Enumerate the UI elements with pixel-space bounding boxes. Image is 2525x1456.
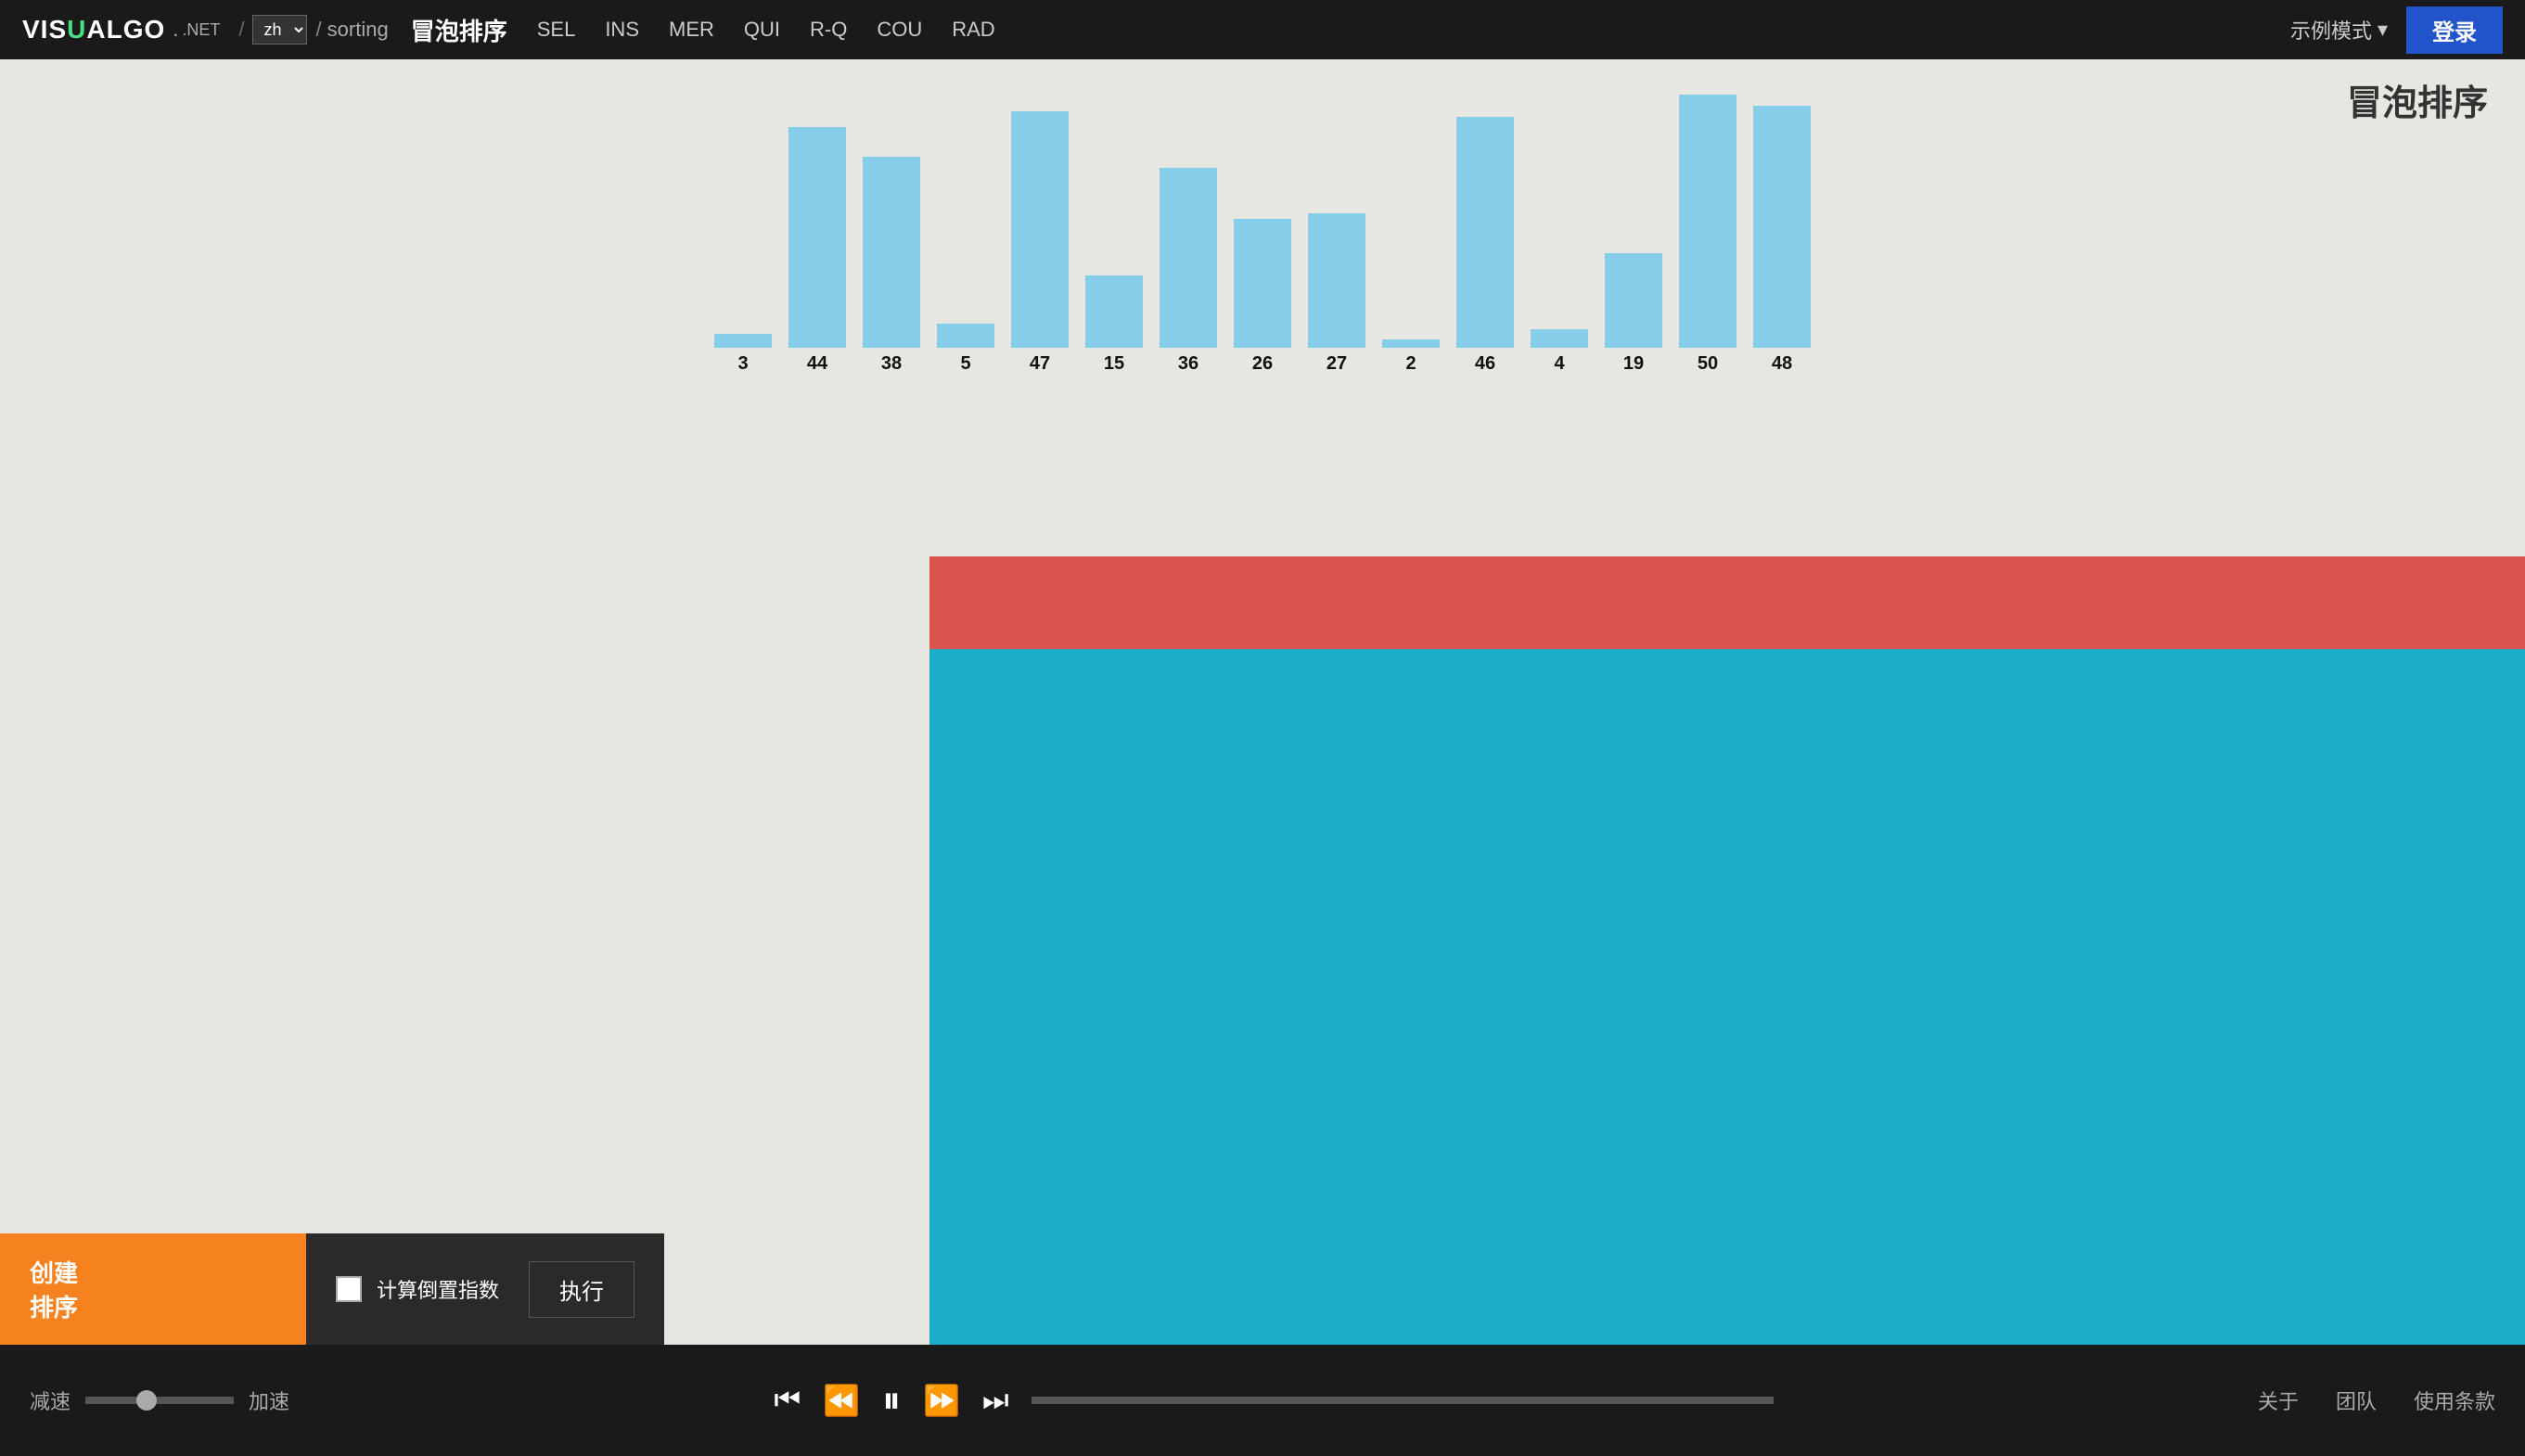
bar-group: 3 [706, 334, 780, 375]
bar-value-label: 46 [1475, 353, 1495, 375]
create-sort-button[interactable]: 创建 排序 [0, 1233, 306, 1345]
bar-value-label: 50 [1698, 353, 1718, 375]
speed-slow-label: 减速 [30, 1386, 70, 1415]
speed-fast-label: 加速 [249, 1386, 289, 1415]
bar-value-label: 47 [1030, 353, 1050, 375]
skip-to-start-button[interactable]: ⏮ [774, 1383, 801, 1418]
nav-sorting: sorting [327, 18, 389, 42]
footer-team[interactable]: 团队 [2336, 1386, 2377, 1415]
calc-inversion-checkbox[interactable] [336, 1276, 362, 1302]
speed-section: 减速 加速 [30, 1386, 289, 1415]
bar-value-label: 15 [1104, 353, 1124, 375]
step-back-button[interactable]: ⏪ [823, 1383, 860, 1418]
bar-value-label: 38 [881, 353, 902, 375]
bar-value-label: 2 [1405, 353, 1416, 375]
bar-group: 4 [1522, 329, 1596, 375]
language-selector[interactable]: zh en [252, 15, 307, 45]
bar-value-label: 44 [807, 353, 827, 375]
nav-page-title: 冒泡排序 [411, 13, 507, 47]
calc-inversion-label: 计算倒置指数 [377, 1274, 499, 1304]
bar-group: 5 [929, 324, 1003, 375]
bar-group: 2 [1374, 339, 1448, 375]
speed-slider[interactable] [85, 1397, 234, 1404]
nav-logo: VISUALGO [22, 15, 165, 45]
algo-title: 冒泡排序 [2347, 74, 2488, 125]
bar-group: 46 [1448, 117, 1522, 375]
chart-area: 3 44 38 5 47 15 36 26 27 2 46 4 19 50 48 [0, 59, 2525, 393]
bar [1605, 253, 1662, 348]
bar [1382, 339, 1440, 348]
nav-links: SEL INS MER QUI R-Q COU RAD [537, 18, 2290, 42]
progress-bar[interactable] [1032, 1397, 1774, 1404]
execute-button[interactable]: 执行 [529, 1261, 634, 1318]
navbar: VISUALGO . .NET / zh en / sorting 冒泡排序 S… [0, 0, 2525, 59]
play-pause-button[interactable]: ⏸ [882, 1380, 901, 1422]
bar [1753, 106, 1811, 348]
bar [788, 127, 846, 348]
example-mode-button[interactable]: 示例模式 ▾ [2290, 15, 2388, 45]
bar [1085, 275, 1143, 348]
bar-value-label: 4 [1554, 353, 1564, 375]
bar [1531, 329, 1588, 348]
bar-group: 38 [854, 157, 929, 375]
nav-link-mer[interactable]: MER [669, 18, 714, 42]
bar-group: 26 [1225, 219, 1300, 375]
footer-links: 关于 团队 使用条款 [2258, 1386, 2495, 1415]
nav-link-cou[interactable]: COU [877, 18, 922, 42]
skip-to-end-button[interactable]: ⏭ [982, 1383, 1009, 1418]
bar-value-label: 26 [1252, 353, 1273, 375]
bar [714, 334, 772, 348]
bottom-bar: 减速 加速 ⏮ ⏪ ⏸ ⏩ ⏭ 关于 团队 使用条款 [0, 1345, 2525, 1456]
nav-link-qui[interactable]: QUI [744, 18, 780, 42]
code-block-red [929, 556, 2525, 649]
bar-value-label: 3 [737, 353, 748, 375]
bar [1456, 117, 1514, 348]
footer-about[interactable]: 关于 [2258, 1386, 2299, 1415]
bar [1234, 219, 1291, 348]
nav-right: 示例模式 ▾ 登录 [2290, 6, 2503, 54]
nav-dot: . [173, 18, 178, 42]
code-block-blue [929, 649, 2525, 1456]
bar-value-label: 36 [1178, 353, 1198, 375]
step-forward-button[interactable]: ⏩ [923, 1383, 960, 1418]
bar-group: 48 [1745, 106, 1819, 375]
bar [1011, 111, 1069, 348]
bar [863, 157, 920, 348]
bar [1308, 213, 1365, 348]
bar-group: 36 [1151, 168, 1225, 375]
nav-net: .NET [182, 20, 220, 40]
bar-value-label: 5 [960, 353, 970, 375]
login-button[interactable]: 登录 [2406, 6, 2503, 54]
nav-slash: / [316, 18, 322, 42]
bar [1679, 95, 1737, 348]
chevron-down-icon: ▾ [2378, 18, 2388, 42]
bar-group: 50 [1671, 95, 1745, 375]
create-label: 创建 [30, 1255, 78, 1289]
sort-label: 排序 [30, 1289, 78, 1323]
bar-value-label: 27 [1327, 353, 1347, 375]
nav-link-ins[interactable]: INS [605, 18, 639, 42]
bar-group: 19 [1596, 253, 1671, 375]
nav-link-rq[interactable]: R-Q [810, 18, 847, 42]
nav-link-rad[interactable]: RAD [952, 18, 994, 42]
bar-value-label: 48 [1772, 353, 1792, 375]
calc-inversion-area: 计算倒置指数 执行 [306, 1233, 664, 1345]
footer-terms[interactable]: 使用条款 [2414, 1386, 2495, 1415]
nav-separator: / [238, 18, 244, 42]
bar [1160, 168, 1217, 348]
bar-group: 15 [1077, 275, 1151, 375]
bar-group: 44 [780, 127, 854, 375]
bar-group: 27 [1300, 213, 1374, 375]
bar-value-label: 19 [1623, 353, 1644, 375]
bar [937, 324, 994, 348]
bar-group: 47 [1003, 111, 1077, 375]
nav-link-sel[interactable]: SEL [537, 18, 576, 42]
playback-section: ⏮ ⏪ ⏸ ⏩ ⏭ [308, 1380, 2239, 1422]
code-panel [929, 556, 2525, 1456]
